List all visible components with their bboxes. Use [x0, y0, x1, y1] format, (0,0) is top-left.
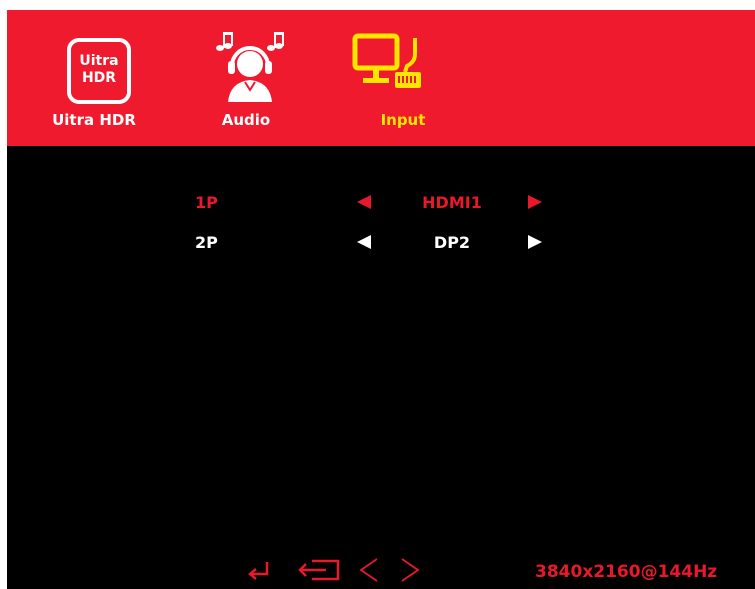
left-icon[interactable] [357, 556, 381, 584]
arrow-left-icon[interactable] [357, 235, 371, 249]
input-row-label: 2P [195, 233, 218, 252]
tab-audio[interactable]: Audio [186, 10, 306, 146]
hdr-badge-line1: Uitra [79, 53, 119, 69]
input-row-value[interactable]: HDMI1 [402, 188, 502, 218]
arrow-right-icon[interactable] [528, 235, 542, 249]
input-row-label: 1P [195, 193, 218, 212]
exit-icon[interactable] [296, 556, 342, 584]
monitor-cable-icon [352, 33, 421, 88]
tab-label: Audio [221, 111, 271, 129]
tab-label: Input [380, 111, 426, 129]
arrow-left-icon[interactable] [357, 195, 371, 209]
hdr-badge-icon: Uitra HDR [67, 38, 131, 104]
input-row-value[interactable]: DP2 [402, 228, 502, 258]
hdr-badge-line2: HDR [81, 70, 117, 86]
resolution-readout: 3840x2160@144Hz [535, 562, 718, 582]
tab-input[interactable]: Input [343, 10, 463, 146]
enter-icon[interactable] [245, 556, 273, 584]
tab-label: Uitra HDR [52, 111, 136, 129]
tab-ultra-hdr[interactable]: Uitra HDR Uitra HDR [34, 10, 154, 146]
right-icon[interactable] [398, 556, 422, 584]
headset-icon [216, 32, 284, 102]
input-row-1p[interactable]: 1P HDMI1 [7, 188, 755, 218]
menu-tab-bar: Uitra HDR Uitra HDR Audio Input [7, 10, 755, 146]
osd-menu: Uitra HDR Uitra HDR Audio Input 1P HDMI1… [7, 10, 755, 589]
input-row-2p[interactable]: 2P DP2 [7, 228, 755, 258]
arrow-right-icon[interactable] [528, 195, 542, 209]
